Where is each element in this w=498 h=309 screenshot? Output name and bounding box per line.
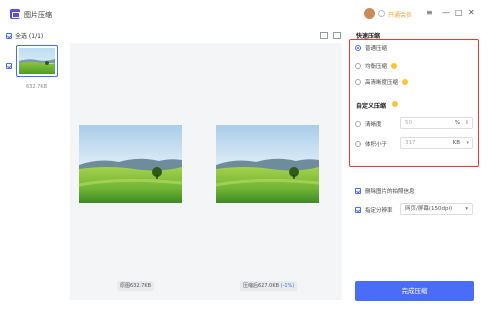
vip-icon [378, 10, 385, 17]
app-logo-icon [10, 9, 20, 19]
resolution-value: 网页/屏幕(150dpi) [405, 206, 453, 212]
thumbnail-list [0, 42, 70, 304]
thumbnail-checkbox[interactable] [6, 63, 12, 69]
select-all-checkbox[interactable] [6, 32, 12, 39]
maximize-button[interactable]: □ [455, 8, 463, 18]
select-all-label: 全选 (1/1) [15, 33, 44, 40]
thumbnail-image [19, 48, 55, 74]
strip-metadata-option[interactable]: 删除图片的拍照信息 [355, 187, 415, 195]
vip-link[interactable]: 开通会员 [388, 10, 412, 19]
window-title: 图片压缩 [24, 11, 52, 19]
strip-metadata-label: 删除图片的拍照信息 [365, 189, 415, 195]
thumbnail-size: 632.7KB [26, 84, 48, 90]
highlight-box [349, 39, 479, 167]
original-image [79, 125, 182, 203]
chevron-down-icon: ▾ [465, 206, 468, 212]
original-size-label: 原图632.7KB [117, 281, 155, 291]
minimize-button[interactable]: — [442, 8, 450, 18]
strip-metadata-checkbox[interactable] [355, 188, 361, 194]
compress-button[interactable]: 完成压缩 [355, 281, 474, 301]
resolution-label: 指定分辨率 [365, 208, 393, 214]
compressed-size-label: 压缩后627.0KB (-1%) [240, 281, 298, 291]
view-grid-icon[interactable] [320, 32, 328, 39]
compressed-image [216, 125, 319, 203]
title-bar: 图片压缩 开通会员 ≡ — □ ✕ [0, 0, 484, 28]
thumbnail-item[interactable] [16, 45, 58, 77]
select-all[interactable]: 全选 (1/1) [6, 31, 43, 40]
compression-ratio: (-1%) [280, 283, 295, 289]
close-button[interactable]: ✕ [468, 8, 475, 18]
app-window: 图片压缩 开通会员 ≡ — □ ✕ 全选 (1/1) 632.7KB 原图632… [0, 0, 484, 304]
avatar[interactable] [364, 8, 375, 19]
resolution-checkbox[interactable] [355, 207, 361, 213]
resolution-option[interactable]: 指定分辨率 [355, 206, 393, 214]
resolution-select[interactable]: 网页/屏幕(150dpi) ▾ [400, 203, 473, 215]
view-list-icon[interactable] [333, 32, 341, 39]
background-window-edge [484, 0, 498, 309]
compressed-size-text: 压缩后627.0KB [243, 283, 280, 289]
menu-icon[interactable]: ≡ [426, 8, 433, 18]
